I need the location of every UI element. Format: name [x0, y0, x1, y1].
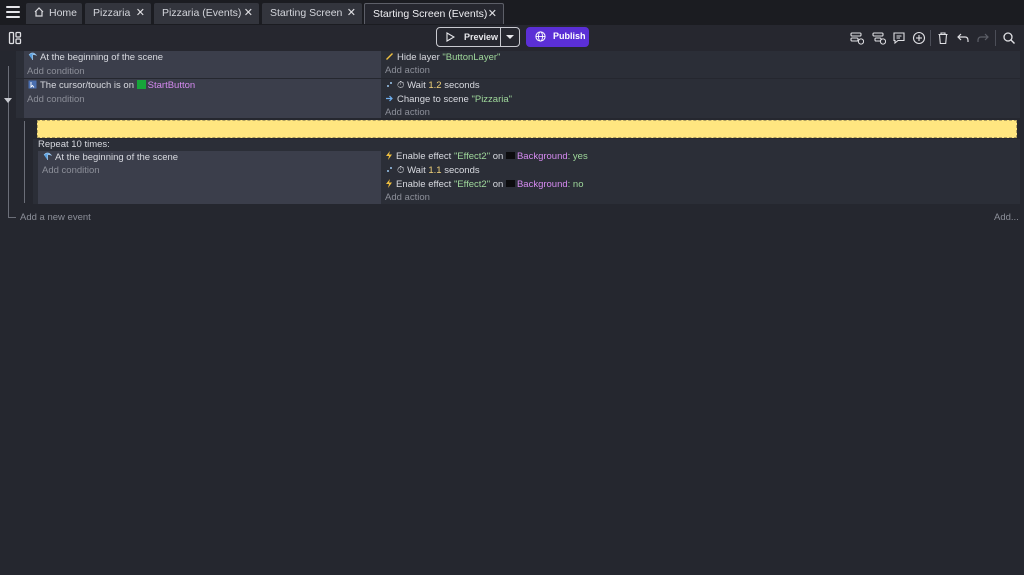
toolbar: Preview Publish [0, 25, 1024, 51]
condition-text: The cursor/touch is on [40, 80, 134, 91]
preview-label: Preview [464, 32, 499, 42]
add-condition-link[interactable]: Add condition [27, 66, 85, 78]
layer-icon [386, 53, 393, 60]
tab-starting-screen-events[interactable]: Starting Screen (Events) ✕ [364, 3, 504, 24]
undo-icon[interactable] [956, 31, 970, 45]
globe-icon [535, 31, 546, 42]
condition[interactable]: The cursor/touch is on StartButton [28, 80, 195, 92]
lightning-icon [386, 179, 392, 188]
divider [500, 28, 501, 46]
add-condition-link[interactable]: Add condition [27, 94, 85, 106]
object-thumbnail [136, 80, 146, 89]
add-condition-link[interactable]: Add condition [42, 165, 100, 177]
chevron-down-icon[interactable] [506, 35, 514, 39]
condition-object: StartButton [147, 80, 196, 91]
condition[interactable]: At the beginning of the scene [28, 52, 163, 64]
action[interactable]: Enable effect "Effect2" on Background: n… [385, 179, 584, 191]
action[interactable]: ⏱ Wait 1.1 seconds [385, 165, 480, 177]
action-param: "Effect2" [453, 179, 491, 190]
tab-label: Home [49, 7, 78, 19]
divider [930, 30, 931, 46]
repeat-label[interactable]: Repeat 10 times: [38, 139, 110, 151]
tab-label: Pizzaria [93, 7, 131, 19]
tab-label: Pizzaria (Events) [162, 7, 242, 19]
add-circle-icon[interactable] [912, 31, 926, 45]
add-action-link[interactable]: Add action [385, 192, 430, 204]
action-text: Enable effect [396, 151, 452, 162]
comment-icon[interactable] [892, 31, 906, 45]
action-param: "Effect2" [453, 151, 491, 162]
tab-label: Starting Screen [270, 7, 343, 19]
preview-button[interactable]: Preview [436, 27, 520, 47]
trash-icon[interactable] [936, 31, 950, 45]
tab-bar: Home Pizzaria ✕ Pizzaria (Events) ✕ Starti… [0, 0, 1024, 25]
close-icon[interactable]: ✕ [244, 3, 253, 24]
tab-label: Starting Screen (Events) [373, 8, 488, 20]
action-text: Enable effect [396, 179, 452, 190]
action-param: "Pizzaria" [471, 94, 513, 105]
action[interactable]: Change to scene "Pizzaria" [385, 94, 512, 106]
object-thumbnail [505, 180, 515, 187]
publish-label: Publish [553, 31, 586, 41]
action[interactable]: Enable effect "Effect2" on Background: y… [385, 151, 588, 163]
tab-pizzaria-events[interactable]: Pizzaria (Events) ✕ [154, 3, 259, 24]
object-thumbnail [505, 152, 515, 159]
scene-start-icon [43, 152, 52, 160]
action-text: Wait [407, 165, 426, 176]
scene-start-icon [28, 52, 37, 60]
condition-text: At the beginning of the scene [55, 152, 179, 163]
tree-line [8, 217, 16, 218]
close-icon[interactable]: ✕ [136, 3, 145, 24]
panels-icon[interactable] [8, 31, 22, 45]
action-text: Change to scene [397, 94, 469, 105]
close-icon[interactable]: ✕ [347, 3, 356, 24]
cursor-icon [28, 80, 37, 89]
action[interactable]: ⏱ Wait 1.2 seconds [385, 80, 480, 92]
tree-line [8, 66, 9, 218]
action-text: Hide layer [397, 52, 440, 63]
arrow-right-icon [386, 95, 393, 102]
action-param: "ButtonLayer" [442, 52, 501, 63]
action-text: seconds [444, 165, 480, 176]
chevron-down-icon[interactable] [4, 98, 12, 104]
timer-icon: ⏱ [397, 165, 405, 176]
play-icon [446, 32, 455, 42]
tab-starting-screen[interactable]: Starting Screen ✕ [262, 3, 362, 24]
tab-pizzaria[interactable]: Pizzaria ✕ [85, 3, 151, 24]
action-text: seconds [444, 80, 480, 91]
close-icon[interactable]: ✕ [488, 4, 497, 25]
tree-line [24, 121, 25, 203]
timer-icon: ⏱ [397, 80, 405, 91]
add-action-link[interactable]: Add action [385, 65, 430, 77]
condition[interactable]: At the beginning of the scene [43, 152, 178, 164]
action-text: Wait [407, 80, 426, 91]
action-param: 1.2 [428, 80, 442, 91]
condition-text: At the beginning of the scene [40, 52, 164, 63]
action[interactable]: Hide layer "ButtonLayer" [385, 52, 500, 64]
action-text: on [492, 151, 504, 162]
add-new-event-link[interactable]: Add a new event [20, 212, 91, 224]
tab-home[interactable]: Home [26, 3, 82, 24]
wait-icon [387, 167, 392, 172]
comment-block[interactable] [37, 120, 1017, 138]
action-param: : yes [567, 151, 588, 162]
add-more-link[interactable]: Add... [994, 212, 1019, 224]
hamburger-menu-icon[interactable] [6, 6, 20, 18]
add-subevent-icon[interactable] [872, 31, 886, 45]
action-param: : no [567, 179, 584, 190]
home-icon [34, 7, 44, 17]
redo-icon[interactable] [976, 31, 990, 45]
add-event-icon[interactable] [850, 31, 864, 45]
action-text: on [492, 179, 504, 190]
publish-button[interactable]: Publish [526, 27, 589, 47]
add-action-link[interactable]: Add action [385, 107, 430, 119]
action-param: 1.1 [428, 165, 442, 176]
action-object: Background [516, 179, 568, 190]
action-object: Background [516, 151, 568, 162]
divider [995, 30, 996, 46]
search-icon[interactable] [1002, 31, 1016, 45]
lightning-icon [386, 151, 392, 160]
wait-icon [387, 82, 392, 87]
